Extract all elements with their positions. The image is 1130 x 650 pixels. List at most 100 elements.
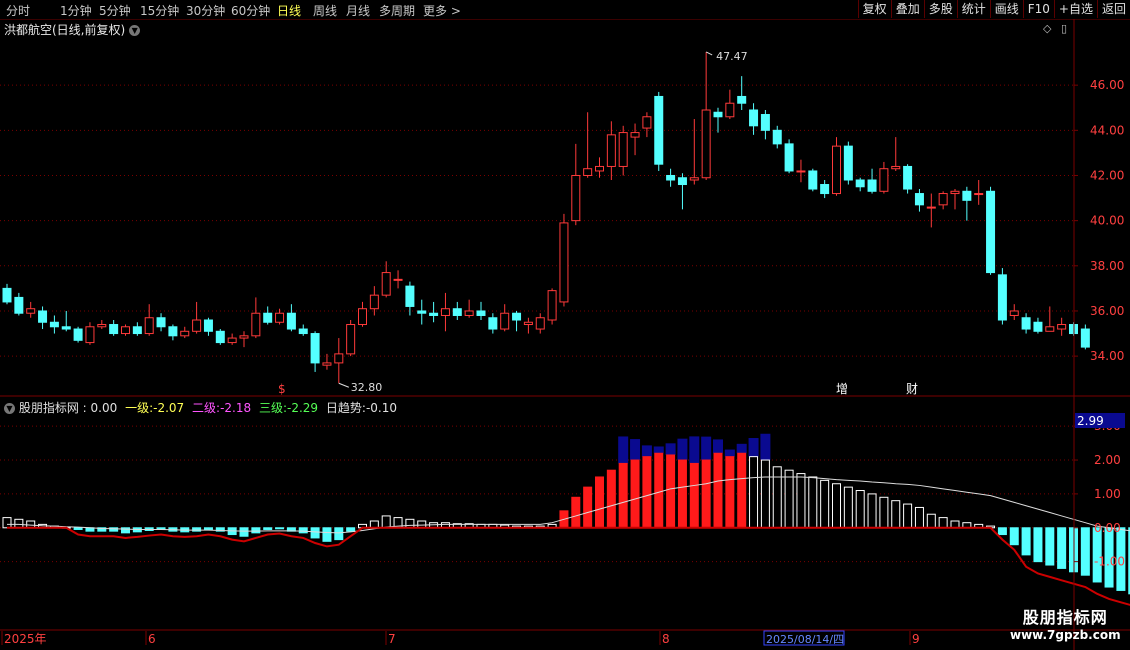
candle-body — [322, 362, 332, 366]
price-tick-label: 36.00 — [1090, 304, 1124, 318]
candle-body — [547, 290, 557, 321]
level2-label: 二级: — [192, 401, 221, 415]
trend-label: 日趋势: — [325, 401, 366, 415]
low-pointer — [338, 382, 349, 388]
indicator-tick-label: 2.00 — [1094, 453, 1121, 467]
candle-body — [405, 285, 415, 307]
red-ribbon — [7, 526, 1130, 606]
candle-body — [1021, 317, 1031, 330]
indicator-bar — [310, 527, 320, 539]
x-axis-label: 2025年 — [4, 632, 47, 646]
navy-band — [677, 438, 688, 461]
candle-body — [1057, 324, 1067, 330]
indicator-name: 股朋指标网 — [18, 401, 79, 415]
panel-toggle-icon[interactable]: ▯ — [1061, 22, 1067, 35]
candle-body — [997, 274, 1007, 321]
candle-body — [950, 190, 960, 195]
indicator-bar — [1021, 527, 1031, 556]
chart-canvas[interactable]: 34.00 36.00 38.00 40.00 42.00 44.00 46.00 -1.00… — [0, 0, 1130, 650]
candle-body — [571, 174, 581, 222]
diamond-icon[interactable]: ◇ — [1043, 22, 1051, 35]
indicator-bar — [1057, 527, 1067, 569]
candle-body — [203, 319, 213, 332]
candle-body — [61, 326, 71, 330]
candle-body — [180, 330, 190, 337]
candle-body — [595, 165, 604, 172]
indicator-bar — [73, 527, 83, 530]
indicator-bar — [571, 496, 581, 529]
level1-label: 一级: — [125, 401, 154, 415]
indicator-bar — [997, 527, 1007, 536]
navy-band — [689, 436, 700, 464]
indicator-bar — [239, 527, 249, 537]
price-tick-label: 44.00 — [1090, 123, 1124, 137]
navy-band — [701, 436, 712, 461]
indicator-bar — [275, 527, 285, 530]
candle-body — [358, 308, 367, 326]
candle-body — [97, 324, 107, 328]
indicator-bar — [2, 517, 12, 529]
indicator-bar — [666, 454, 676, 529]
candle-body — [867, 179, 877, 192]
chevron-down-icon[interactable]: ▼ — [129, 25, 141, 36]
candle-body — [630, 132, 640, 138]
candle-body — [618, 132, 628, 167]
price-tick-label: 38.00 — [1090, 259, 1124, 273]
indicator-bar — [772, 466, 782, 529]
indicator-bar — [26, 520, 36, 529]
candle-body — [666, 174, 676, 181]
candle-body — [192, 319, 202, 332]
candle-body — [1045, 326, 1055, 332]
event-cai-marker: 财 — [906, 382, 918, 396]
candle-body — [737, 95, 747, 104]
candle-body — [820, 184, 830, 195]
candle-body — [772, 129, 782, 145]
indicator-bar — [654, 452, 664, 529]
indicator-bar — [618, 462, 628, 529]
indicator-bar — [689, 462, 699, 529]
indicator-bar — [760, 459, 770, 529]
candle-body — [49, 321, 59, 328]
candle-body — [974, 193, 984, 196]
candle-body — [393, 278, 403, 281]
indicator-bar — [796, 473, 806, 529]
candle-body — [832, 145, 841, 195]
indicator-bar — [298, 527, 308, 534]
annotations: 47.47 32.80 $ 增 财 — [278, 50, 918, 396]
chart-toolbar-icons: ◇ ▯ — [1043, 22, 1067, 35]
candle-body — [310, 333, 320, 364]
price-tick-label: 46.00 — [1090, 78, 1124, 92]
indicator-bar — [369, 520, 379, 529]
indicator-bar — [879, 496, 889, 529]
indicator-bar — [346, 527, 356, 532]
indicator-bar — [749, 456, 759, 529]
indicator-bar — [1033, 527, 1043, 563]
indicator-chevron-icon[interactable]: ▼ — [4, 403, 15, 414]
indicator-bar — [417, 520, 427, 529]
indicator-bar — [121, 527, 130, 534]
candle-body — [168, 326, 178, 337]
level1-value: -2.07 — [153, 401, 185, 415]
navy-band — [748, 438, 759, 457]
indicator-bar — [1009, 527, 1019, 546]
x-axis-label: 9 — [912, 632, 920, 646]
candle-body — [523, 321, 533, 326]
candle-body — [464, 310, 474, 316]
navy-band — [665, 443, 676, 455]
candle-body — [215, 330, 225, 344]
indicator-bar — [891, 500, 901, 529]
navy-band — [618, 436, 629, 464]
navy-band — [724, 449, 735, 457]
candle-body — [476, 310, 486, 316]
cursor-date-label: 2025/08/14/四 — [766, 633, 844, 646]
candle-body — [334, 353, 344, 364]
candle-body — [938, 193, 948, 206]
candle-body — [713, 111, 723, 118]
event-zeng-marker: 增 — [836, 382, 848, 396]
candle-body — [891, 165, 901, 170]
navy-band — [653, 446, 664, 454]
indicator-bar — [405, 518, 415, 529]
event-dollar-marker: $ — [278, 382, 286, 396]
level3-label: 三级: — [258, 401, 287, 415]
indicator-tick-label: 0.00 — [1094, 521, 1121, 535]
